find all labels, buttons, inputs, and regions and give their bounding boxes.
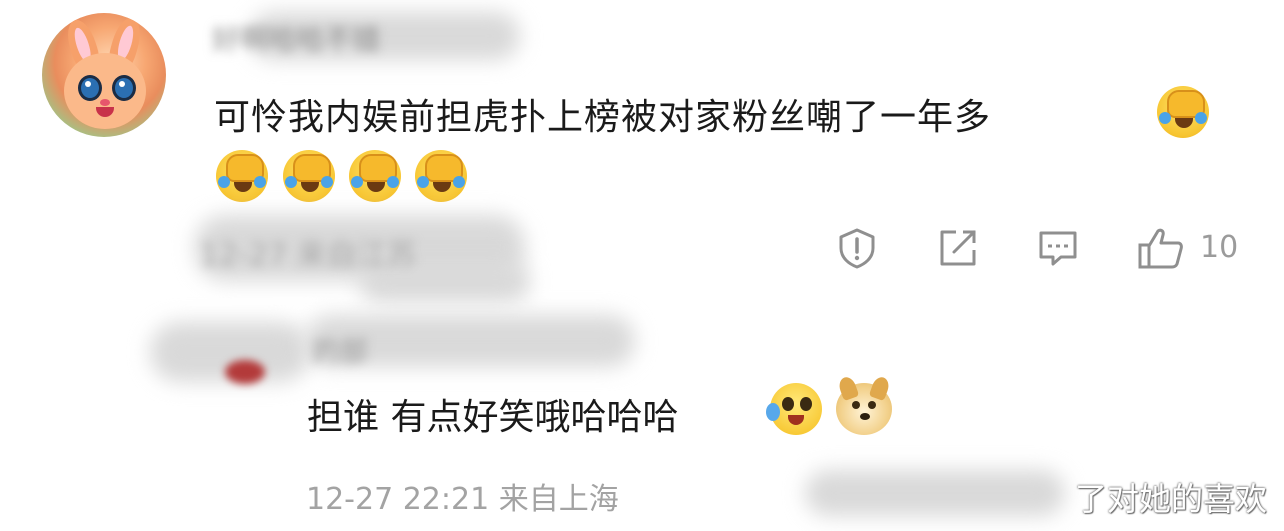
watermark-text: 了对她的喜欢 — [1075, 480, 1268, 518]
facepalm-cry-emoji — [283, 150, 335, 202]
share-edit-icon[interactable] — [936, 226, 980, 270]
thumbs-up-icon[interactable] — [1137, 226, 1185, 270]
reply-avatar[interactable] — [225, 360, 265, 384]
reply-username[interactable]: 的部 — [312, 330, 368, 370]
comment-meta: 12-27 来自江苏 — [200, 238, 417, 273]
like-count: 10 — [1200, 230, 1239, 265]
username[interactable]: 好啊哈哈不错 — [212, 18, 380, 58]
comment-bubble-icon[interactable] — [1036, 226, 1080, 270]
user-avatar[interactable] — [42, 13, 166, 137]
reply-meta: 12-27 22:21 来自上海 — [306, 482, 619, 517]
sweat-laugh-emoji — [766, 383, 822, 435]
reply-text: 担谁 有点好笑哦哈哈哈 — [307, 397, 679, 438]
facepalm-cry-emoji — [1157, 86, 1209, 138]
watermark-redaction — [805, 470, 1065, 516]
doge-emoji — [836, 374, 892, 435]
comment-body: 可怜我内娱前担虎扑上榜被对家粉丝嘲了一年多 — [214, 97, 992, 138]
facepalm-cry-emoji — [216, 150, 268, 202]
facepalm-cry-emoji — [415, 150, 467, 202]
report-shield-icon[interactable] — [835, 226, 879, 270]
facepalm-cry-emoji — [349, 150, 401, 202]
comment-text: 可怜我内娱前担虎扑上榜被对家粉丝嘲了一年多 — [214, 88, 991, 140]
